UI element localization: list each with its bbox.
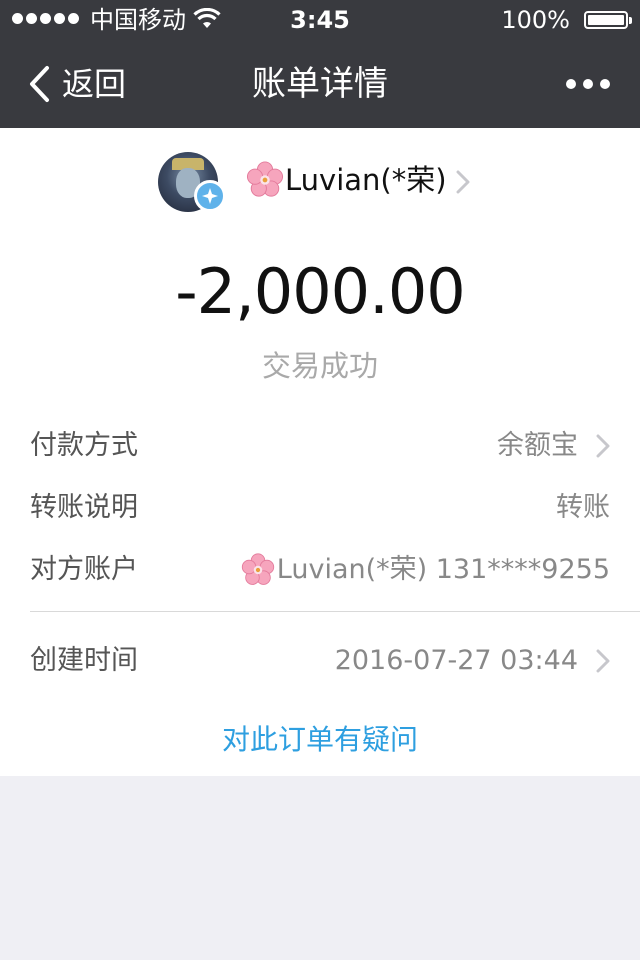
counterparty-row: 对方账户 Luvian(*荣) 131****9255 [0, 542, 640, 598]
back-button[interactable]: 返回 [28, 62, 126, 106]
chevron-right-icon [596, 649, 610, 673]
more-options-button[interactable] [566, 72, 610, 96]
divider [30, 611, 640, 612]
transaction-amount: -2,000.00 [175, 255, 465, 328]
transaction-status: 交易成功 [261, 349, 378, 383]
payee-name: Luvian(*荣) [285, 163, 447, 197]
created-time-row[interactable]: 创建时间 2016-07-27 03:44 [0, 633, 640, 689]
payee-name-link[interactable]: Luvian(*荣) [246, 160, 447, 200]
battery-icon [584, 11, 632, 29]
chevron-right-icon [456, 170, 470, 194]
more-dot-icon [566, 79, 576, 89]
navigation-bar: 返回 账单详情 [0, 40, 640, 128]
header: 中国移动 3:45 100% 返回 账单详情 [0, 0, 640, 128]
payment-method-label: 付款方式 [30, 430, 138, 461]
payment-method-value-wrap: 余额宝 [497, 426, 610, 466]
counterparty-value-wrap: Luvian(*荣) 131****9255 [241, 550, 610, 590]
more-dot-icon [583, 79, 593, 89]
status-bar: 中国移动 3:45 100% [0, 0, 640, 40]
transfer-note-value: 转账 [556, 492, 610, 523]
battery-percentage: 100% [501, 6, 570, 34]
cherry-blossom-icon [241, 553, 274, 585]
back-label: 返回 [62, 65, 127, 103]
chevron-right-icon [596, 434, 610, 458]
transfer-note-label: 转账说明 [30, 492, 138, 523]
payment-method-row[interactable]: 付款方式 余额宝 [0, 418, 640, 474]
chevron-left-icon [30, 66, 49, 102]
transfer-note-row: 转账说明 转账 [0, 480, 640, 536]
verified-badge-icon [194, 180, 226, 212]
created-time-value-wrap: 2016-07-27 03:44 [335, 641, 610, 681]
bill-detail-card: Luvian(*荣) -2,000.00 交易成功 付款方式 余额宝 转账说明 … [0, 128, 640, 776]
created-time-label: 创建时间 [30, 645, 138, 676]
payee-section: Luvian(*荣) [0, 150, 640, 212]
more-dot-icon [600, 79, 610, 89]
cherry-blossom-icon [246, 161, 284, 197]
created-time-value: 2016-07-27 03:44 [334, 645, 578, 676]
payment-method-value: 余额宝 [497, 430, 578, 461]
counterparty-label: 对方账户 [30, 554, 138, 585]
counterparty-value: Luvian(*荣) 131****9255 [276, 554, 610, 585]
dispute-order-link[interactable]: 对此订单有疑问 [0, 720, 640, 760]
